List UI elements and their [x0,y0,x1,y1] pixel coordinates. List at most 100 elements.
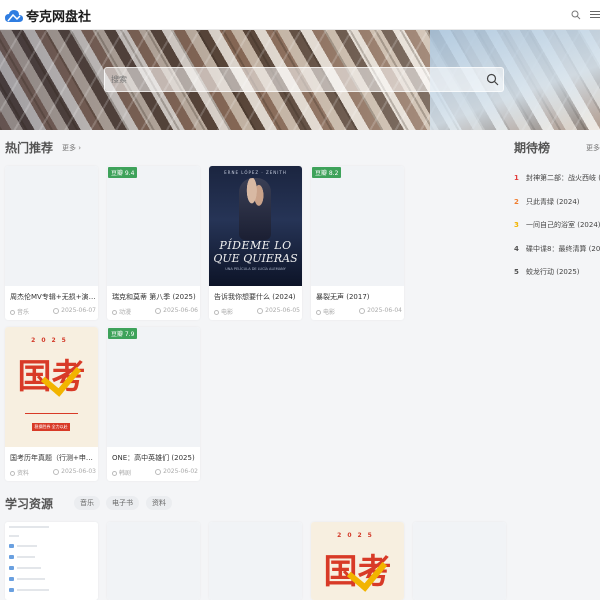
folder-icon [9,544,14,548]
menu-icon[interactable] [590,11,600,19]
search-icon[interactable] [486,73,499,86]
card-date: 2025-06-03 [61,468,96,475]
poster-title-line2: QUE QUIERAS [213,252,298,265]
tag-materials[interactable]: 资料 [146,496,172,510]
card-category: 电影 [323,309,336,316]
ranking-title: 期待榜 [514,141,551,155]
hot-section-title: 热门推荐 [5,141,54,155]
rank-title: 一间自己的浴室 (2024) [526,221,600,229]
poster-subtitle: UNA PELÍCULA DE LUCÍA ALEMANY [225,267,286,271]
rank-number: 2 [514,198,519,206]
poster-placeholder [209,522,302,600]
category-icon [316,310,321,315]
card-date: 2025-06-07 [61,307,96,314]
poster-credits: ERNE LÓPEZ · ZENITH [224,170,287,175]
rank-title: 碟中谍8：最终清算 (2025) [526,245,600,253]
category-icon [10,310,15,315]
tag-music[interactable]: 音乐 [74,496,100,510]
site-logo[interactable]: 夸克网盘社 [4,6,91,25]
rank-number: 4 [514,245,519,253]
rank-number: 3 [514,221,519,229]
clock-icon [53,307,60,314]
poster-placeholder [107,522,200,600]
poster-year: 2025 [31,337,72,344]
card-title: 瑞克和莫蒂 第八季 (2025) [112,293,196,301]
ranking-item[interactable]: 4 碟中谍8：最终清算 (2025) [514,244,600,254]
card-date: 2025-06-06 [163,307,198,314]
tag-ebook[interactable]: 电子书 [106,496,139,510]
rank-title: 蛟龙行动 (2025) [526,268,580,276]
card-title: 告诉我你想要什么 (2024) [214,293,296,301]
resource-card[interactable]: 豆瓣 7.9 ONE：高中英雄们 (2025) 韩剧 2025-06-02 [107,327,200,481]
card-date: 2025-06-02 [163,468,198,475]
douban-rating-badge: 豆瓣 8.2 [312,167,342,178]
poster-tag: 稳操胜券 全力以赴 [32,423,70,431]
card-date: 2025-06-05 [265,307,300,314]
study-card[interactable] [107,522,200,600]
ranking-item[interactable]: 5 蛟龙行动 (2025) [514,267,580,277]
top-header: 夸克网盘社 [0,0,600,30]
search-input[interactable] [105,68,475,91]
category-icon [112,310,117,315]
card-title: 暴裂无声 (2017) [316,293,370,301]
poster-placeholder [311,166,404,286]
clock-icon [53,468,60,475]
poster-title-line1: PÍDEME LO [219,239,292,252]
card-category: 音乐 [17,309,30,316]
resource-card[interactable]: 周杰伦MV专辑+无损+演唱会 音乐 2025-06-07 [5,166,98,320]
cloud-logo-icon [5,9,23,22]
rank-title: 封神第二部：战火西岐 (2025) [526,174,600,182]
card-category: 电影 [221,309,234,316]
category-icon [112,471,117,476]
folder-icon [9,566,14,570]
poster-divider [25,413,78,417]
document-preview [5,522,98,600]
resource-card[interactable]: 豆瓣 9.4 瑞克和莫蒂 第八季 (2025) 动漫 2025-06-06 [107,166,200,320]
resource-card[interactable]: 2025 国考 稳操胜券 全力以赴 国考历年真题（行测+申论） 资料 2025-… [5,327,98,481]
hero-banner [0,30,600,130]
douban-rating-badge: 豆瓣 9.4 [108,167,138,178]
rank-number: 5 [514,268,519,276]
search-box [104,67,504,92]
poster-year: 2025 [337,532,378,539]
category-icon [10,471,15,476]
header-search-icon[interactable] [571,10,581,20]
ranking-item[interactable]: 1 封神第二部：战火西岐 (2025) [514,173,600,183]
study-card[interactable] [413,522,506,600]
ranking-item[interactable]: 2 只此青绿 (2024) [514,197,580,207]
study-card[interactable] [209,522,302,600]
hot-more-link[interactable]: 更多 › [62,143,81,153]
folder-icon [9,577,14,581]
study-card[interactable]: 2025 国考 [311,522,404,600]
exam-poster: 2025 国考 [311,522,404,600]
ranking-more-link[interactable]: 更多 [586,143,600,153]
poster-placeholder [413,522,506,600]
card-date: 2025-06-04 [367,307,402,314]
resource-card[interactable]: 豆瓣 8.2 暴裂无声 (2017) 电影 2025-06-04 [311,166,404,320]
card-category: 韩剧 [119,470,132,477]
resource-card[interactable]: ERNE LÓPEZ · ZENITH PÍDEME LO QUE QUIERA… [209,166,302,320]
study-card[interactable] [5,522,98,600]
douban-rating-badge: 豆瓣 7.9 [108,328,138,339]
chevron-right-icon: › [78,144,82,152]
clock-icon [155,468,162,475]
folder-icon [9,588,14,592]
study-section-title: 学习资源 [5,497,54,511]
clock-icon [359,307,366,314]
card-title: ONE：高中英雄们 (2025) [112,454,195,462]
rank-number: 1 [514,174,519,182]
clock-icon [155,307,162,314]
logo-text: 夸克网盘社 [26,10,92,25]
poster-placeholder [107,327,200,447]
clock-icon [257,307,264,314]
card-title: 周杰伦MV专辑+无损+演唱会 [10,293,96,301]
folder-icon [9,555,14,559]
rank-title: 只此青绿 (2024) [526,198,580,206]
category-icon [214,310,219,315]
poster-placeholder [5,166,98,286]
card-title: 国考历年真题（行测+申论） [10,454,96,462]
more-label: 更多 [62,144,76,152]
exam-poster: 2025 国考 稳操胜券 全力以赴 [5,327,98,447]
poster-placeholder [107,166,200,286]
ranking-item[interactable]: 3 一间自己的浴室 (2024) [514,220,600,230]
